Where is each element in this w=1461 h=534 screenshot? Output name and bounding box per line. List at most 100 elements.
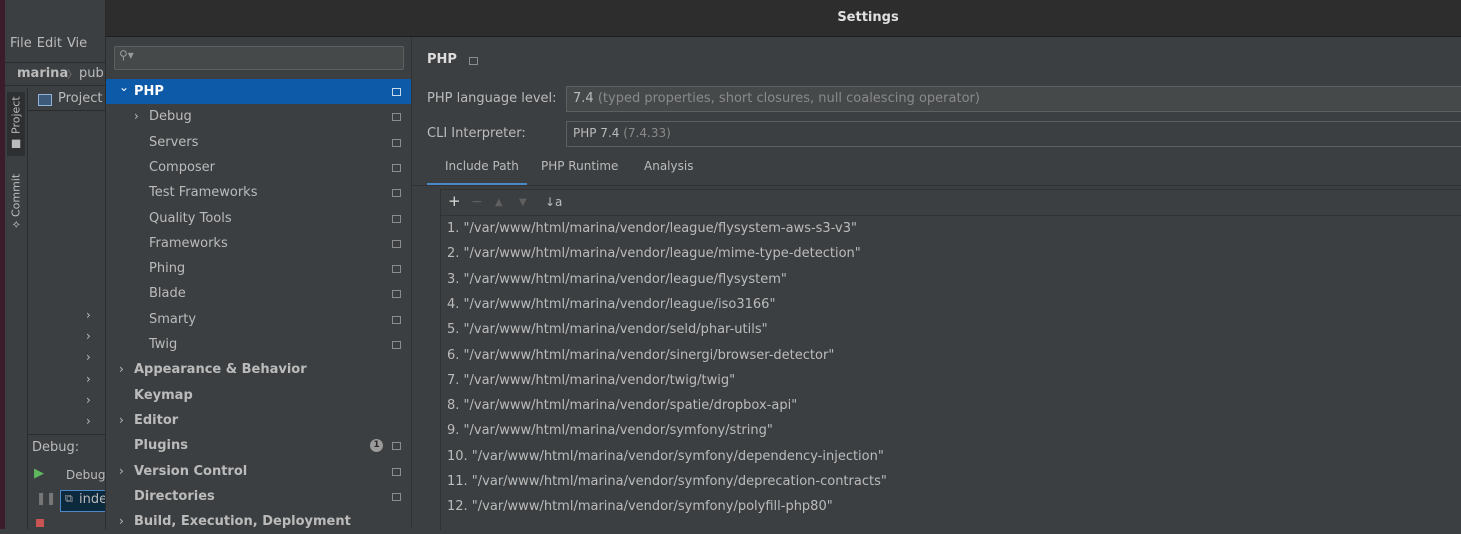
project-level-icon <box>392 138 401 147</box>
chevron-right-icon[interactable]: › <box>86 350 91 364</box>
include-path-item[interactable]: 1. "/var/www/html/marina/vendor/league/f… <box>447 216 857 241</box>
dialog-title: Settings <box>837 10 899 25</box>
include-path-item[interactable]: 11. "/var/www/html/marina/vendor/symfony… <box>447 469 887 494</box>
tool-tab-project-label: Project <box>9 96 23 135</box>
chevron-right-icon[interactable]: › <box>86 308 91 322</box>
tab-php-runtime[interactable]: PHP Runtime <box>541 159 618 183</box>
language-level-value-wrap: 7.4 (typed properties, short closures, n… <box>573 91 980 106</box>
settings-tree-item[interactable]: Directories <box>106 484 411 509</box>
settings-tree-item[interactable]: Smarty <box>106 307 411 332</box>
include-path-item[interactable]: 4. "/var/www/html/marina/vendor/league/i… <box>447 292 775 317</box>
settings-tree-item[interactable]: › Appearance & Behavior <box>106 357 411 382</box>
settings-tree-panel: ⚲▾ ⌄ PHP › Debug Servers Composer Test Framewo… <box>106 37 412 529</box>
sort-icon[interactable]: ↓a <box>545 195 562 209</box>
project-level-icon <box>392 341 401 349</box>
resume-icon[interactable]: ▶ <box>34 466 44 481</box>
debug-tab[interactable]: Debug <box>66 468 105 482</box>
nav-crumb[interactable]: pub <box>79 66 104 81</box>
move-up-icon[interactable]: ▲ <box>495 197 503 208</box>
chevron-right-icon[interactable]: › <box>86 329 91 343</box>
debug-stop-row <box>28 516 48 529</box>
chevron-right-icon[interactable]: › <box>119 509 124 534</box>
file-icon: ⧉ <box>65 492 73 505</box>
settings-tree-item-label: Directories <box>134 488 215 504</box>
settings-tree-item[interactable]: Servers <box>106 130 411 155</box>
include-path-item[interactable]: 8. "/var/www/html/marina/vendor/spatie/d… <box>447 393 797 418</box>
settings-tree-item-label: Blade <box>149 286 186 302</box>
settings-tree-item[interactable]: Blade <box>106 281 411 306</box>
menu-file[interactable]: File <box>10 36 32 51</box>
project-panel-header[interactable]: Project <box>28 88 105 111</box>
chevron-right-icon[interactable]: › <box>134 104 139 129</box>
include-path-item[interactable]: 9. "/var/www/html/marina/vendor/symfony/… <box>447 418 773 443</box>
settings-tree-item[interactable]: Keymap <box>106 383 411 408</box>
include-path-item[interactable]: 3. "/var/www/html/marina/vendor/league/f… <box>447 267 787 292</box>
include-path-item[interactable]: 12. "/var/www/html/marina/vendor/symfony… <box>447 494 833 519</box>
language-level-dropdown[interactable]: 7.4 (typed properties, short closures, n… <box>566 86 1461 112</box>
chevron-right-icon[interactable]: › <box>86 372 91 386</box>
tool-window-strip: ■ Project ⟡ Commit <box>5 88 28 529</box>
include-path-item[interactable]: 7. "/var/www/html/marina/vendor/twig/twi… <box>447 368 735 393</box>
project-level-icon <box>469 57 478 65</box>
pause-icon[interactable]: ❚❚ <box>36 491 56 505</box>
debug-frames-row: ❚❚ ⧉ inde <box>28 488 107 512</box>
commit-icon: ⟡ <box>9 220 23 229</box>
settings-tree-item-label: Keymap <box>134 387 193 403</box>
nav-project[interactable]: marina <box>17 66 68 81</box>
search-icon: ⚲▾ <box>119 48 134 62</box>
settings-tree-item-label: Editor <box>134 412 179 428</box>
settings-tree-item[interactable]: ⌄ PHP <box>106 79 411 104</box>
include-path-item[interactable]: 2. "/var/www/html/marina/vendor/league/m… <box>447 241 861 266</box>
tool-tab-commit[interactable]: ⟡ Commit <box>7 168 25 234</box>
project-level-icon <box>392 214 401 223</box>
tab-analysis[interactable]: Analysis <box>644 159 693 183</box>
settings-tree-item-label: Debug <box>149 109 192 125</box>
tool-tab-project[interactable]: ■ Project <box>7 92 25 156</box>
settings-tree-item[interactable]: Quality Tools <box>106 206 411 231</box>
chevron-right-icon[interactable]: › <box>119 459 124 484</box>
settings-tree-item[interactable]: › Editor <box>106 408 411 433</box>
chevron-right-icon[interactable]: › <box>119 357 124 382</box>
settings-dialog: Settings ⚲▾ ⌄ PHP › Debug Servers Composer Tes… <box>105 0 1461 530</box>
tab-php-runtime-label: PHP Runtime <box>541 159 619 173</box>
settings-tree-item[interactable]: Twig <box>106 332 411 357</box>
stop-icon[interactable] <box>36 519 44 527</box>
project-level-icon <box>392 290 401 299</box>
chevron-right-icon[interactable]: › <box>119 408 124 433</box>
chevron-right-icon[interactable]: › <box>86 414 91 428</box>
move-down-icon[interactable]: ▼ <box>519 197 527 208</box>
settings-tree-item[interactable]: Composer <box>106 155 411 180</box>
include-path-item[interactable]: 10. "/var/www/html/marina/vendor/symfony… <box>447 444 884 469</box>
settings-tree-item-label: Build, Execution, Deployment <box>134 514 351 530</box>
page-title: PHP <box>427 52 457 67</box>
project-level-icon <box>392 88 401 96</box>
settings-tree-item[interactable]: › Build, Execution, Deployment <box>106 509 411 534</box>
add-icon[interactable]: + <box>448 192 461 210</box>
settings-tree-item[interactable]: Test Frameworks <box>106 180 411 205</box>
settings-tree-item[interactable]: Phing <box>106 256 411 281</box>
settings-tree-item[interactable]: › Version Control <box>106 459 411 484</box>
settings-tree-item[interactable]: Plugins 1 <box>106 433 411 458</box>
debug-file-label: inde <box>79 492 108 507</box>
project-level-icon <box>392 467 401 476</box>
chevron-down-icon[interactable]: ⌄ <box>119 75 129 100</box>
debug-toolbar: ▶ Debug <box>28 462 105 488</box>
chevron-right-icon[interactable]: › <box>86 393 91 407</box>
settings-tree-item[interactable]: Frameworks <box>106 231 411 256</box>
settings-tree-item[interactable]: › Debug <box>106 104 411 129</box>
tab-include-path[interactable]: Include Path <box>427 159 527 186</box>
cli-interpreter-dropdown[interactable]: PHP 7.4 (7.4.33) <box>566 121 1461 147</box>
include-path-item[interactable]: 6. "/var/www/html/marina/vendor/sinergi/… <box>447 343 834 368</box>
menu-view[interactable]: Vie <box>67 36 87 51</box>
cli-interpreter-detail: (7.4.33) <box>623 126 671 140</box>
cli-interpreter-value: PHP 7.4 <box>573 126 620 140</box>
menu-edit[interactable]: Edit <box>37 36 62 51</box>
project-level-icon <box>392 113 401 122</box>
include-path-item[interactable]: 5. "/var/www/html/marina/vendor/seld/pha… <box>447 317 768 342</box>
settings-search-input[interactable]: ⚲▾ <box>114 46 404 70</box>
debug-file-item[interactable]: ⧉ inde <box>60 490 107 512</box>
remove-icon[interactable]: − <box>471 194 483 210</box>
settings-tree-item-label: Servers <box>149 134 199 150</box>
dialog-titlebar[interactable]: Settings <box>106 0 1461 37</box>
project-level-icon <box>392 265 401 274</box>
